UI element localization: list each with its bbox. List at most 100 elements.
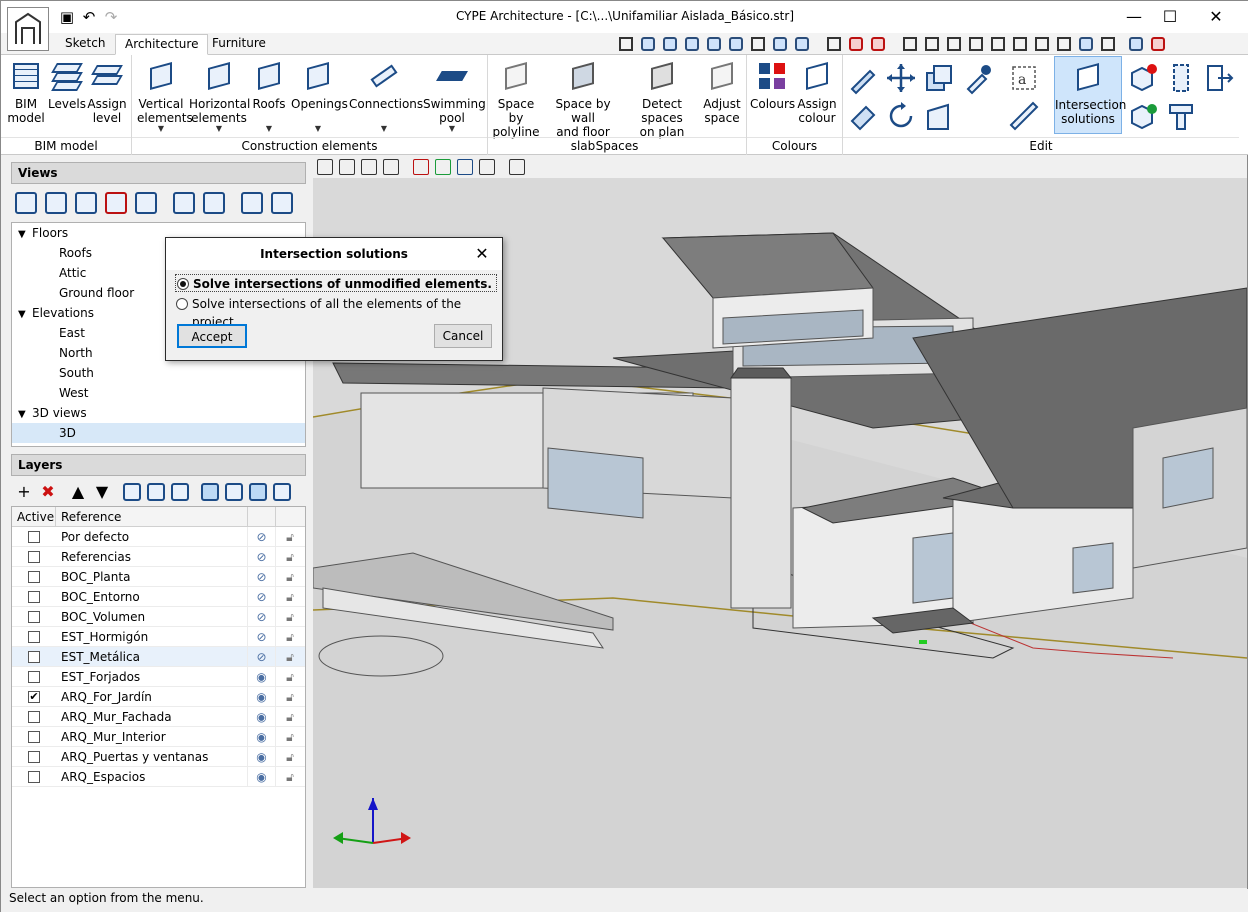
eye-hidden-icon[interactable]: ⊘ — [248, 587, 276, 606]
lock-icon[interactable]: 🔓︎ — [276, 587, 304, 606]
table-row[interactable]: ARQ_Puertas y ventanas ◉ 🔓︎ — [12, 747, 305, 767]
tools-icon[interactable] — [1097, 34, 1119, 54]
tree-item[interactable]: 3D — [12, 423, 305, 443]
roofs-button[interactable]: Roofs ▼ — [251, 59, 287, 133]
tree-group[interactable]: ▼ 3D views — [12, 403, 305, 423]
grid-snap-icon[interactable] — [845, 34, 867, 54]
pan-hand-icon[interactable] — [747, 34, 769, 54]
eye-hidden-icon[interactable]: ⊘ — [248, 647, 276, 666]
table-row[interactable]: BOC_Entorno ⊘ 🔓︎ — [12, 587, 305, 607]
accept-button[interactable]: Accept — [177, 324, 247, 348]
3d-view-icon[interactable] — [509, 159, 525, 175]
active-checkbox[interactable] — [28, 671, 40, 683]
option-all-elements[interactable]: Solve intersections of all the elements … — [175, 295, 502, 329]
chevron-down-icon[interactable]: ▼ — [18, 405, 32, 425]
eraser-icon[interactable] — [846, 99, 880, 133]
colours-button[interactable]: Colours — [750, 59, 795, 111]
lock-icon[interactable]: 🔓︎ — [276, 727, 304, 746]
bim-model-button[interactable]: BIM model — [7, 59, 45, 125]
box-view-icon[interactable] — [339, 159, 355, 175]
copy-view-icon[interactable] — [75, 192, 97, 214]
angle-icon[interactable] — [1009, 34, 1031, 54]
eye-icon[interactable]: ◉ — [248, 727, 276, 746]
column-header-active[interactable]: Active — [12, 507, 56, 526]
magnet-snap-icon[interactable] — [867, 34, 889, 54]
adjust-space-button[interactable]: Adjust space — [702, 59, 742, 125]
eye-hidden-icon[interactable]: ⊘ — [248, 567, 276, 586]
camera-icon[interactable] — [173, 192, 195, 214]
delete-layer-icon[interactable]: ✖ — [39, 483, 57, 501]
active-checkbox[interactable] — [28, 591, 40, 603]
option-unmodified-elements[interactable]: Solve intersections of unmodified elemen… — [175, 274, 497, 292]
levels-button[interactable]: Levels — [48, 59, 86, 111]
help-book-icon[interactable] — [1147, 34, 1169, 54]
layer-stack-icon[interactable] — [273, 483, 291, 501]
horizontal-elements-button[interactable]: Horizontal elements ▼ — [189, 59, 250, 133]
openings-button[interactable]: Openings ▼ — [291, 59, 348, 133]
layer-cube-icon[interactable] — [225, 483, 243, 501]
delete-view-icon[interactable] — [105, 192, 127, 214]
swimming-pool-button[interactable]: Swimming pool ▼ — [423, 59, 486, 133]
eye-icon[interactable]: ◉ — [248, 667, 276, 686]
table-row[interactable]: EST_Metálica ⊘ 🔓︎ — [12, 647, 305, 667]
rotate-ucs-icon[interactable] — [1031, 34, 1053, 54]
table-row[interactable]: ARQ_Espacios ◉ 🔓︎ — [12, 767, 305, 787]
layer-add-grid-icon[interactable] — [249, 483, 267, 501]
connections-button[interactable]: Connections ▼ — [349, 59, 423, 133]
lock-icon[interactable]: 🔓︎ — [276, 547, 304, 566]
zoom-icon[interactable] — [637, 34, 659, 54]
camera-settings-icon[interactable] — [203, 192, 225, 214]
zoom-previous-icon[interactable] — [725, 34, 747, 54]
tree-item[interactable]: South — [12, 363, 305, 383]
beam-icon[interactable] — [1164, 99, 1198, 133]
section-green-icon[interactable] — [435, 159, 451, 175]
column-header-lock[interactable] — [276, 507, 304, 526]
orbit-icon[interactable] — [769, 34, 791, 54]
tab-architecture[interactable]: Architecture — [115, 34, 209, 55]
active-checkbox[interactable] — [28, 711, 40, 723]
layer-filter-icon[interactable] — [201, 483, 219, 501]
rotate-icon[interactable] — [884, 99, 918, 133]
table-row[interactable]: EST_Hormigón ⊘ 🔓︎ — [12, 627, 305, 647]
intersection-solutions-button[interactable]: Intersection solutions — [1054, 56, 1126, 134]
vertical-elements-button[interactable]: Vertical elements ▼ — [137, 59, 193, 133]
column-header-reference[interactable]: Reference — [56, 507, 248, 526]
assign-level-button[interactable]: Assign level — [87, 59, 127, 125]
globe-icon[interactable] — [1125, 34, 1147, 54]
chevron-down-icon[interactable]: ▼ — [18, 225, 32, 245]
lock-icon[interactable]: 🔓︎ — [276, 767, 304, 786]
eye-hidden-icon[interactable]: ⊘ — [248, 527, 276, 546]
layers-icon[interactable] — [123, 483, 141, 501]
split-icon[interactable] — [1164, 61, 1198, 95]
lock-icon[interactable]: 🔓︎ — [276, 747, 304, 766]
grid-icon[interactable] — [921, 34, 943, 54]
active-checkbox[interactable]: ✔ — [28, 691, 40, 703]
axes-icon[interactable] — [317, 159, 333, 175]
move-down-icon[interactable]: ▼ — [93, 483, 111, 501]
lock-icon[interactable]: 🔓︎ — [276, 687, 304, 706]
add-layer-icon[interactable]: + — [15, 483, 33, 501]
orbit-view-icon[interactable] — [383, 159, 399, 175]
pencil-icon[interactable] — [846, 61, 880, 95]
move-up-icon[interactable]: ▲ — [69, 483, 87, 501]
close-icon[interactable]: ✕ — [468, 238, 496, 270]
lock-icon[interactable]: 🔓︎ — [276, 607, 304, 626]
active-checkbox[interactable] — [28, 651, 40, 663]
lock-icon[interactable]: 🔓︎ — [276, 707, 304, 726]
regenerate-icon[interactable] — [703, 34, 725, 54]
scale-icon[interactable] — [987, 34, 1009, 54]
view-box-icon[interactable] — [241, 192, 263, 214]
section-red-icon[interactable] — [413, 159, 429, 175]
stretch-icon[interactable] — [922, 99, 956, 133]
square-icon[interactable] — [899, 34, 921, 54]
tree-item[interactable]: West — [12, 383, 305, 403]
table-row[interactable]: Referencias ⊘ 🔓︎ — [12, 547, 305, 567]
ortho-icon[interactable] — [1053, 34, 1075, 54]
table-row[interactable]: BOC_Planta ⊘ 🔓︎ — [12, 567, 305, 587]
table-row[interactable]: ARQ_Mur_Interior ◉ 🔓︎ — [12, 727, 305, 747]
eye-icon[interactable]: ◉ — [248, 707, 276, 726]
delete-element-icon[interactable] — [1126, 61, 1160, 95]
chevron-down-icon[interactable]: ▼ — [18, 305, 32, 325]
active-checkbox[interactable] — [28, 571, 40, 583]
layer-grid-icon[interactable] — [147, 483, 165, 501]
